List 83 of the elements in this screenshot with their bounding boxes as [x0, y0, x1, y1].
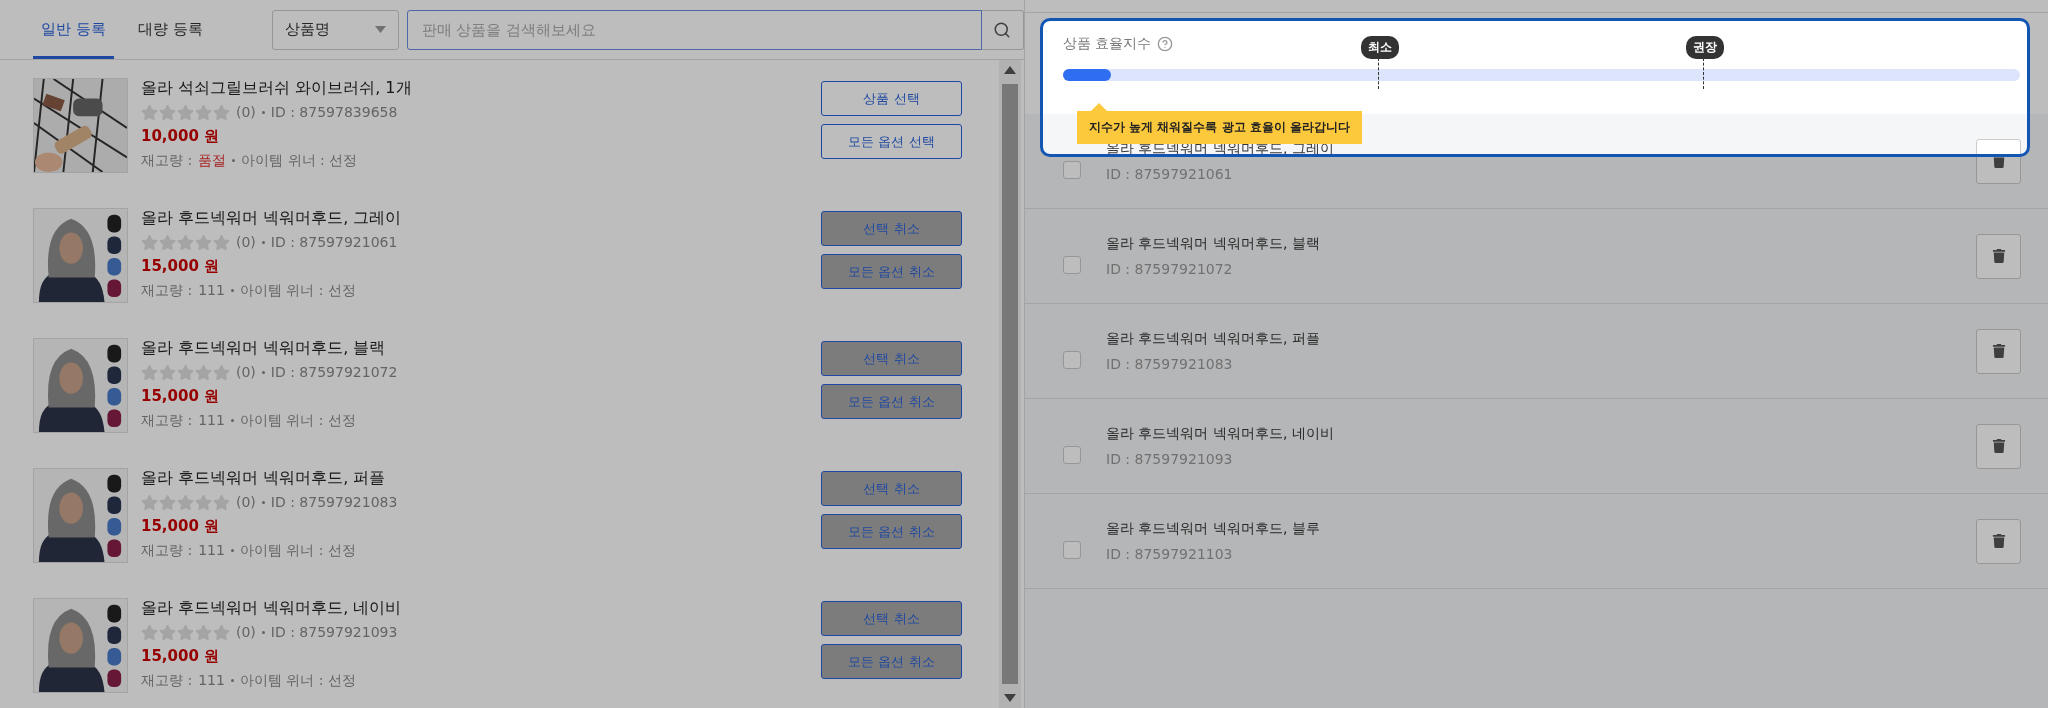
product-name: 올라 후드넥워머 넥워머후드, 퍼플 — [141, 468, 387, 488]
delete-button[interactable] — [1976, 233, 2021, 279]
item-winner: 아이템 위너 : 선정 — [241, 151, 358, 170]
stock-value: 111 — [198, 411, 225, 430]
select-button[interactable]: 모든 옵션 취소 — [821, 254, 962, 289]
delete-button[interactable] — [1976, 328, 2021, 374]
stock-value: 111 — [198, 281, 225, 300]
stock-label: 재고량 : — [141, 281, 193, 300]
caret-icon — [374, 26, 386, 33]
select-button[interactable]: 모든 옵션 선택 — [821, 124, 962, 159]
product-name: 올라 후드넥워머 넥워머후드, 블랙 — [141, 338, 387, 358]
help-icon[interactable] — [1157, 36, 1174, 52]
checkbox[interactable] — [1063, 351, 1081, 369]
select-button[interactable]: 모든 옵션 취소 — [821, 644, 962, 679]
item-winner: 아이템 위너 : 선정 — [239, 671, 356, 690]
delete-button[interactable] — [1976, 138, 2021, 184]
scrollbar-thumb[interactable] — [1002, 84, 1018, 684]
product-price: 15,000 원 — [141, 387, 221, 406]
item-name: 올라 후드넥워머 넥워머후드, 블루 — [1106, 520, 1321, 538]
item-name: 올라 후드넥워머 넥워머후드, 블랙 — [1106, 235, 1321, 253]
product-name: 올라 후드넥워머 넥워머후드, 그레이 — [141, 208, 403, 228]
checkbox[interactable] — [1063, 541, 1081, 559]
stock-label: 재고량 : — [141, 541, 193, 560]
product-id: ID : 87597839658 — [270, 103, 398, 122]
efficiency-title: 상품 효율지수 — [1063, 35, 1152, 53]
item-id: ID : 87597921093 — [1106, 451, 1234, 467]
stock-label: 재고량 : — [141, 671, 193, 690]
stock-label: 재고량 : — [141, 411, 193, 430]
stock-value: 품절 — [198, 151, 227, 170]
item-id: ID : 87597921061 — [1106, 166, 1234, 182]
product-price: 10,000 원 — [141, 127, 221, 146]
select-button[interactable]: 선택 취소 — [821, 601, 962, 636]
checkbox[interactable] — [1063, 161, 1081, 179]
product-price: 15,000 원 — [141, 517, 221, 536]
product-id: ID : 87597921061 — [270, 233, 398, 252]
select-button[interactable]: 모든 옵션 취소 — [821, 384, 962, 419]
checkbox[interactable] — [1063, 256, 1081, 274]
tab[interactable]: 일반 등록 — [33, 0, 114, 59]
marker-label: 최소 — [1360, 36, 1399, 59]
item-id: ID : 87597921103 — [1106, 546, 1234, 562]
item-winner: 아이템 위너 : 선정 — [239, 541, 356, 560]
trash-icon — [1991, 249, 2006, 263]
item-id: ID : 87597921083 — [1106, 356, 1234, 372]
search-button[interactable] — [981, 9, 1024, 50]
scroll-down-icon[interactable] — [1004, 694, 1016, 702]
select-button[interactable]: 선택 취소 — [821, 341, 962, 376]
trash-icon — [1991, 344, 2006, 358]
select-button[interactable]: 상품 선택 — [821, 81, 962, 116]
product-price: 15,000 원 — [141, 647, 221, 666]
item-winner: 아이템 위너 : 선정 — [239, 281, 356, 300]
checkbox[interactable] — [1063, 446, 1081, 464]
product-id: ID : 87597921093 — [270, 623, 398, 642]
review-count: (0) — [236, 233, 256, 252]
stock-label: 재고량 : — [141, 151, 193, 170]
filter-dropdown[interactable]: 상품명 — [271, 9, 399, 50]
trash-icon — [1991, 439, 2006, 453]
trash-icon — [1991, 534, 2006, 548]
search-icon — [993, 20, 1012, 39]
item-id: ID : 87597921072 — [1106, 261, 1234, 277]
product-name: 올라 후드넥워머 넥워머후드, 네이비 — [141, 598, 403, 618]
scroll-up-icon[interactable] — [1004, 66, 1016, 74]
select-button[interactable]: 선택 취소 — [821, 211, 962, 246]
delete-button[interactable] — [1976, 423, 2021, 469]
stock-value: 111 — [198, 541, 225, 560]
select-button[interactable]: 선택 취소 — [821, 471, 962, 506]
product-name: 올라 석쇠그릴브러쉬 와이브러쉬, 1개 — [141, 78, 413, 98]
marker-label: 권장 — [1686, 36, 1725, 59]
item-winner: 아이템 위너 : 선정 — [239, 411, 356, 430]
product-id: ID : 87597921083 — [270, 493, 398, 512]
review-count: (0) — [236, 493, 256, 512]
tooltip: 지수가 높게 채워질수록 광고 효율이 올라갑니다 — [1077, 103, 1362, 144]
review-count: (0) — [236, 363, 256, 382]
item-name: 올라 후드넥워머 넥워머후드, 퍼플 — [1106, 330, 1321, 348]
stock-value: 111 — [198, 671, 225, 690]
review-count: (0) — [236, 103, 256, 122]
review-count: (0) — [236, 623, 256, 642]
item-name: 올라 후드넥워머 넥워머후드, 네이비 — [1106, 425, 1335, 443]
product-price: 15,000 원 — [141, 257, 221, 276]
search-field[interactable]: 판매 상품을 검색해보세요 — [406, 9, 982, 50]
product-id: ID : 87597921072 — [270, 363, 398, 382]
tab[interactable]: 대량 등록 — [129, 0, 211, 59]
delete-button[interactable] — [1976, 518, 2021, 564]
select-button[interactable]: 모든 옵션 취소 — [821, 514, 962, 549]
